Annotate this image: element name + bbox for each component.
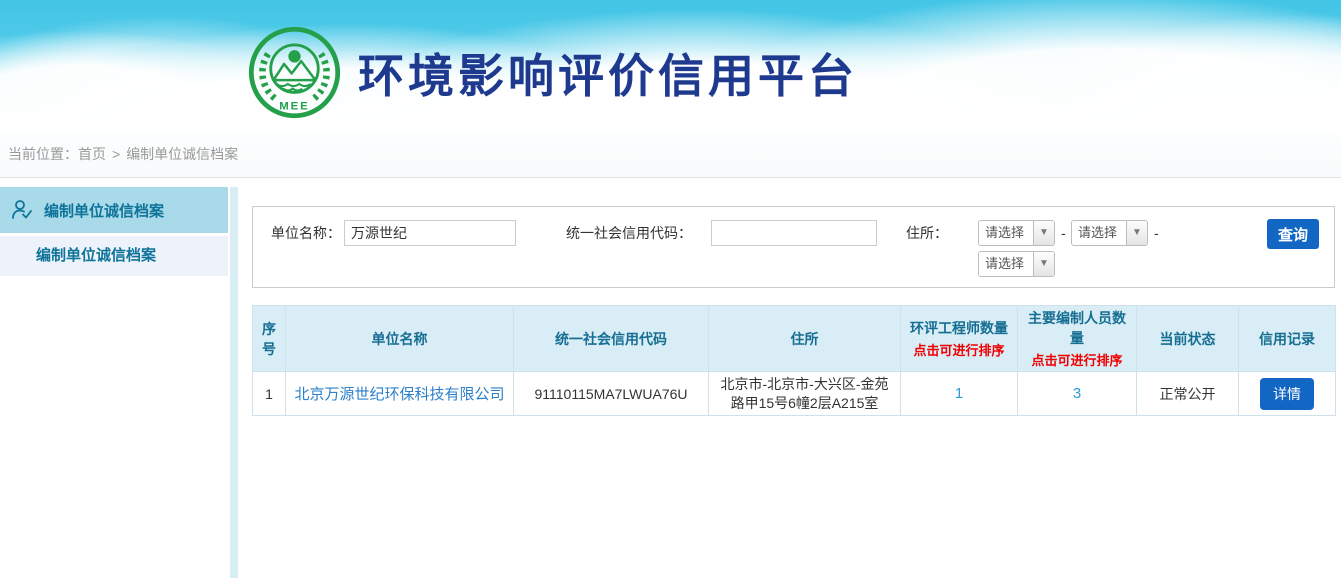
- breadcrumb-current: 编制单位诚信档案: [126, 146, 238, 162]
- sidebar-divider: [230, 187, 238, 578]
- sidebar: 编制单位诚信档案 编制单位诚信档案: [0, 187, 228, 276]
- results-table: 序号 单位名称 统一社会信用代码 住所 环评工程师数量 点击可进行排序 主要编制…: [252, 305, 1336, 416]
- sidebar-group-credit-archive[interactable]: 编制单位诚信档案: [0, 187, 228, 233]
- mee-logo: MEE: [247, 25, 342, 120]
- header-credit-code: 统一社会信用代码: [514, 306, 709, 372]
- city-select-value: 请选择: [1072, 221, 1126, 245]
- header-index: 序号: [253, 306, 286, 372]
- header-status: 当前状态: [1137, 306, 1239, 372]
- district-select-value: 请选择: [979, 252, 1033, 276]
- detail-button[interactable]: 详情: [1260, 378, 1314, 410]
- company-name-link[interactable]: 北京万源世纪环保科技有限公司: [294, 386, 504, 403]
- site-banner: MEE 环境影响评价信用平台: [0, 0, 1341, 130]
- chevron-down-icon: ▼: [1033, 221, 1054, 245]
- address-label: 住所：: [906, 220, 948, 246]
- staff-count-link[interactable]: 3: [1073, 385, 1081, 402]
- engineer-count-link[interactable]: 1: [955, 385, 963, 402]
- cell-address: 北京市-北京市-大兴区-金苑路甲15号6幢2层A215室: [709, 372, 901, 416]
- search-panel: 单位名称： 统一社会信用代码： 住所： 请选择 ▼ - 请选择 ▼ - 请选择 …: [252, 206, 1335, 288]
- header-staff-count-sort[interactable]: 主要编制人员数量 点击可进行排序: [1018, 306, 1137, 372]
- company-name-label: 单位名称：: [271, 220, 341, 246]
- breadcrumb: 当前位置：首页 > 编制单位诚信档案: [0, 130, 1341, 178]
- company-name-input[interactable]: [344, 220, 516, 246]
- header-staff-count-label: 主要编制人员数量: [1022, 308, 1132, 348]
- chevron-down-icon: ▼: [1033, 252, 1054, 276]
- address-district-select[interactable]: 请选择 ▼: [978, 251, 1055, 277]
- chevron-down-icon: ▼: [1126, 221, 1147, 245]
- header-engineer-count-label: 环评工程师数量: [905, 318, 1013, 338]
- query-button[interactable]: 查询: [1267, 219, 1319, 249]
- mee-logo-text: MEE: [279, 101, 309, 113]
- cell-index: 1: [253, 372, 286, 416]
- page: MEE 环境影响评价信用平台 当前位置：首页 > 编制单位诚信档案 编制单位诚信档案…: [0, 0, 1341, 578]
- header-company-name: 单位名称: [286, 306, 514, 372]
- engineer-sort-hint: 点击可进行排序: [905, 340, 1013, 359]
- breadcrumb-home-link[interactable]: 首页: [78, 146, 106, 162]
- table-row: 1 北京万源世纪环保科技有限公司 91110115MA7LWUA76U 北京市-…: [253, 372, 1336, 416]
- main-content: 单位名称： 统一社会信用代码： 住所： 请选择 ▼ - 请选择 ▼ - 请选择 …: [252, 206, 1335, 416]
- address-dash-2: -: [1154, 220, 1159, 246]
- address-province-select[interactable]: 请选择 ▼: [978, 220, 1055, 246]
- address-dash-1: -: [1061, 220, 1066, 246]
- staff-sort-hint: 点击可进行排序: [1022, 350, 1132, 369]
- sidebar-group-label: 编制单位诚信档案: [44, 200, 164, 221]
- credit-code-label: 统一社会信用代码：: [566, 220, 692, 246]
- header-engineer-count-sort[interactable]: 环评工程师数量 点击可进行排序: [901, 306, 1018, 372]
- breadcrumb-separator: >: [112, 146, 120, 162]
- user-check-icon: [10, 198, 34, 222]
- cell-credit-code: 91110115MA7LWUA76U: [514, 372, 709, 416]
- province-select-value: 请选择: [979, 221, 1033, 245]
- header-credit-record: 信用记录: [1239, 306, 1336, 372]
- table-header-row: 序号 单位名称 统一社会信用代码 住所 环评工程师数量 点击可进行排序 主要编制…: [253, 306, 1336, 372]
- credit-code-input[interactable]: [711, 220, 877, 246]
- sidebar-item-credit-archive[interactable]: 编制单位诚信档案: [0, 236, 228, 276]
- address-city-select[interactable]: 请选择 ▼: [1071, 220, 1148, 246]
- cell-status: 正常公开: [1137, 372, 1239, 416]
- header-address: 住所: [709, 306, 901, 372]
- breadcrumb-prefix: 当前位置：: [8, 146, 78, 162]
- page-title: 环境影响评价信用平台: [358, 40, 858, 106]
